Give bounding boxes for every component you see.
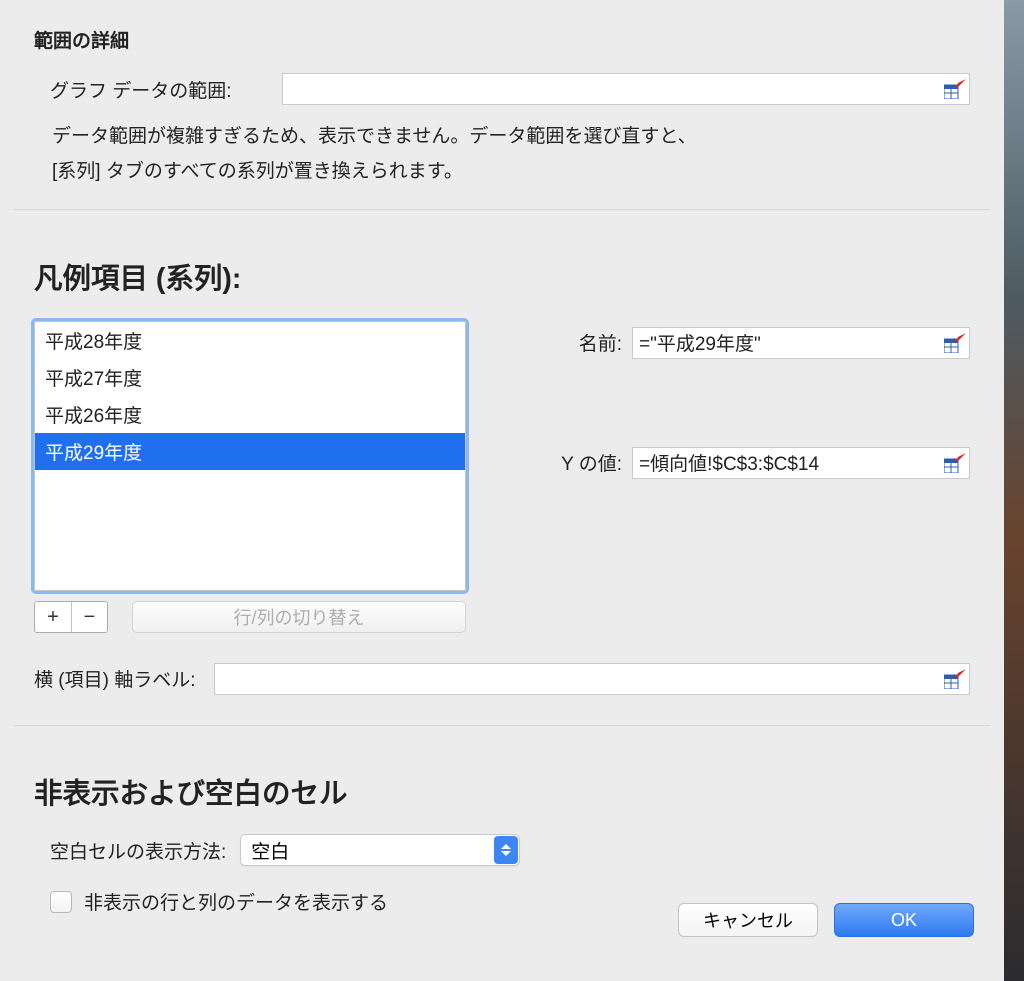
- hidden-blank-section: 非表示および空白のセル 空白セルの表示方法: 空白 非表示の行と列のデータを表示…: [0, 726, 1004, 916]
- blank-display-select[interactable]: 空白: [240, 834, 520, 866]
- range-note-line2: [系列] タブのすべての系列が置き換えられます。: [52, 161, 463, 182]
- desktop-edge: [1004, 0, 1024, 981]
- range-picker-icon[interactable]: [944, 453, 966, 473]
- cancel-button[interactable]: キャンセル: [678, 903, 818, 937]
- series-name-label: 名前:: [510, 329, 622, 356]
- range-note-line1: データ範囲が複雑すぎるため、表示できません。データ範囲を選び直すと、: [52, 126, 697, 147]
- add-remove-group: + −: [34, 601, 108, 633]
- chart-data-range-input-wrap: [282, 73, 970, 105]
- chart-data-range-label: グラフ データの範囲:: [50, 76, 282, 103]
- switch-row-column-button[interactable]: 行/列の切り替え: [132, 601, 466, 633]
- list-item[interactable]: 平成27年度: [35, 359, 465, 396]
- series-yvalue-label: Y の値:: [510, 449, 622, 476]
- remove-series-button[interactable]: −: [71, 602, 107, 632]
- series-left: 平成28年度平成27年度平成26年度平成29年度 + − 行/列の切り替え: [34, 321, 466, 633]
- range-picker-icon[interactable]: [944, 333, 966, 353]
- add-series-button[interactable]: +: [35, 602, 71, 632]
- select-data-dialog: 範囲の詳細 グラフ データの範囲: データ範囲が複雑すぎるため、表示できません。…: [0, 0, 1004, 981]
- legend-section: 凡例項目 (系列): 平成28年度平成27年度平成26年度平成29年度 + − …: [0, 210, 1004, 632]
- legend-heading: 凡例項目 (系列):: [34, 256, 970, 297]
- series-listbox[interactable]: 平成28年度平成27年度平成26年度平成29年度: [34, 321, 466, 591]
- axis-label-row: 横 (項目) 軸ラベル:: [0, 633, 1004, 695]
- chart-data-range-input[interactable]: [282, 73, 970, 105]
- blank-display-value[interactable]: 空白: [240, 834, 520, 866]
- range-picker-icon[interactable]: [944, 669, 966, 689]
- list-item[interactable]: 平成29年度: [35, 433, 465, 470]
- range-picker-icon[interactable]: [944, 79, 966, 99]
- axis-label-input[interactable]: [214, 663, 971, 695]
- range-details-heading: 範囲の詳細: [34, 26, 970, 53]
- ok-button[interactable]: OK: [834, 903, 974, 937]
- range-note: データ範囲が複雑すぎるため、表示できません。データ範囲を選び直すと、 [系列] …: [52, 119, 970, 189]
- dialog-button-row: キャンセル OK: [678, 903, 974, 937]
- show-hidden-checkbox[interactable]: [50, 891, 72, 913]
- list-item[interactable]: 平成26年度: [35, 396, 465, 433]
- hidden-blank-heading: 非表示および空白のセル: [34, 771, 970, 812]
- series-right: 名前: Y の値:: [510, 321, 970, 567]
- axis-label-text: 横 (項目) 軸ラベル:: [34, 665, 196, 692]
- range-details-section: 範囲の詳細 グラフ データの範囲: データ範囲が複雑すぎるため、表示できません。…: [0, 0, 1004, 189]
- series-yvalue-input[interactable]: [632, 447, 970, 479]
- series-name-input[interactable]: [632, 327, 970, 359]
- blank-display-label: 空白セルの表示方法:: [50, 837, 226, 864]
- show-hidden-label: 非表示の行と列のデータを表示する: [84, 888, 388, 915]
- list-item[interactable]: 平成28年度: [35, 322, 465, 359]
